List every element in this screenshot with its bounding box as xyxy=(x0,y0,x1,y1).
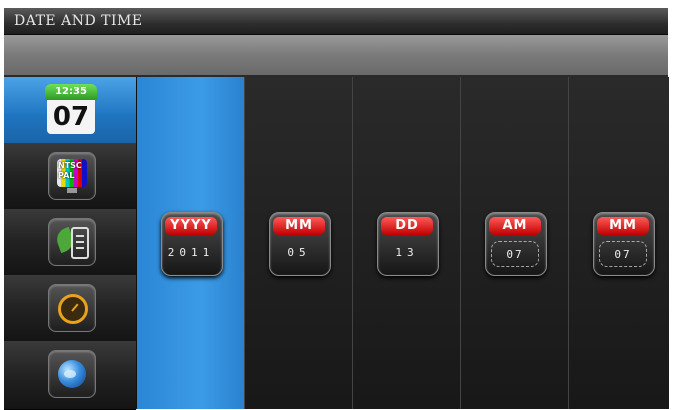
device-screen: DATE AND TIME 12:35 07 NTSC PAL YYYY 201… xyxy=(4,8,669,410)
tv-label-ntsc: NTSC xyxy=(58,161,82,170)
day-value: 13 xyxy=(395,246,419,259)
month-column[interactable]: MM 05 xyxy=(244,77,352,409)
month-label: MM xyxy=(273,217,325,235)
year-spinner[interactable]: YYYY 2011 xyxy=(161,212,223,276)
toolbar xyxy=(4,35,668,77)
minute-value: 07 xyxy=(599,241,647,267)
tv-label-pal: PAL xyxy=(58,171,75,180)
year-column[interactable]: YYYY 2011 xyxy=(137,77,244,409)
sidebar-item-date-time[interactable]: 12:35 07 xyxy=(4,77,136,144)
year-value: 2011 xyxy=(167,246,215,259)
year-label: YYYY xyxy=(165,217,217,235)
sidebar-item-tv-system[interactable]: NTSC PAL xyxy=(4,143,136,210)
sidebar: 12:35 07 NTSC PAL xyxy=(4,77,136,410)
minute-column[interactable]: MM 07 xyxy=(568,77,669,409)
calendar-icon: 12:35 07 xyxy=(45,84,97,136)
ampm-label: AM xyxy=(489,217,541,235)
calendar-time: 12:35 xyxy=(45,84,97,100)
window-title: DATE AND TIME xyxy=(14,13,143,29)
ampm-column[interactable]: AM 07 xyxy=(460,77,568,409)
minute-spinner[interactable]: MM 07 xyxy=(593,212,655,276)
sidebar-item-globe[interactable] xyxy=(4,341,136,410)
day-column[interactable]: DD 13 xyxy=(352,77,460,409)
hour-value: 07 xyxy=(491,241,539,267)
day-spinner[interactable]: DD 13 xyxy=(377,212,439,276)
sidebar-item-gauge[interactable] xyxy=(4,275,136,342)
hour-spinner[interactable]: AM 07 xyxy=(485,212,547,276)
month-value: 05 xyxy=(287,246,311,259)
month-spinner[interactable]: MM 05 xyxy=(269,212,331,276)
eco-document-icon xyxy=(48,218,96,266)
globe-icon xyxy=(48,350,96,398)
sidebar-item-eco[interactable] xyxy=(4,209,136,276)
tv-icon: NTSC PAL xyxy=(48,152,96,200)
minute-label: MM xyxy=(597,217,649,235)
calendar-day: 07 xyxy=(47,100,95,134)
gauge-icon xyxy=(48,284,96,332)
title-bar: DATE AND TIME xyxy=(4,8,668,35)
day-label: DD xyxy=(381,217,433,235)
